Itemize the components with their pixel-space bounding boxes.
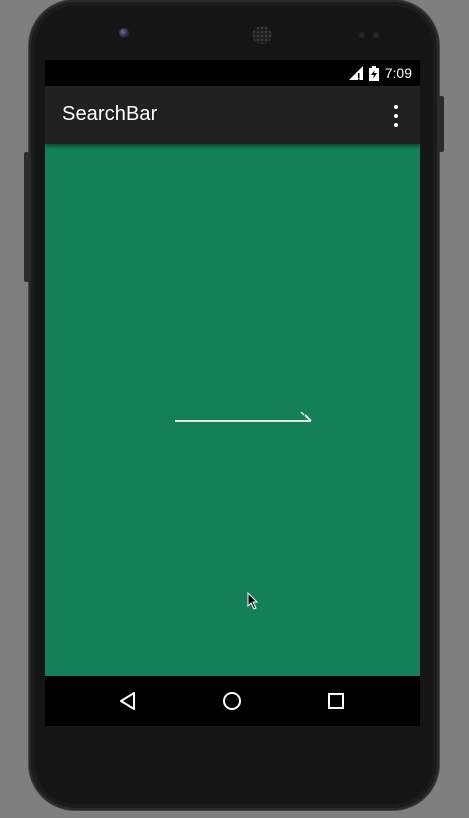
status-bar: 7:09: [45, 60, 420, 86]
recents-icon[interactable]: [325, 690, 347, 712]
battery-charging-icon: [368, 65, 379, 81]
toolbar-title: SearchBar: [62, 103, 158, 125]
front-camera: [119, 28, 129, 38]
mouse-cursor-icon: [247, 592, 259, 610]
back-icon[interactable]: [117, 690, 139, 712]
light-sensor: [373, 32, 379, 38]
proximity-sensor: [359, 32, 365, 38]
collapsed-search-bar-line[interactable]: [175, 409, 313, 425]
main-content: [45, 144, 420, 676]
more-vert-icon[interactable]: [386, 105, 406, 127]
home-icon[interactable]: [221, 690, 243, 712]
volume-button: [24, 152, 29, 282]
earpiece-speaker: [252, 26, 272, 44]
signal-icon: [348, 66, 363, 80]
app-toolbar: SearchBar: [45, 86, 420, 144]
device-screen: 7:09 SearchBar: [45, 60, 420, 726]
power-button: [439, 96, 444, 152]
status-clock: 7:09: [384, 65, 412, 81]
navigation-bar: [45, 676, 420, 726]
